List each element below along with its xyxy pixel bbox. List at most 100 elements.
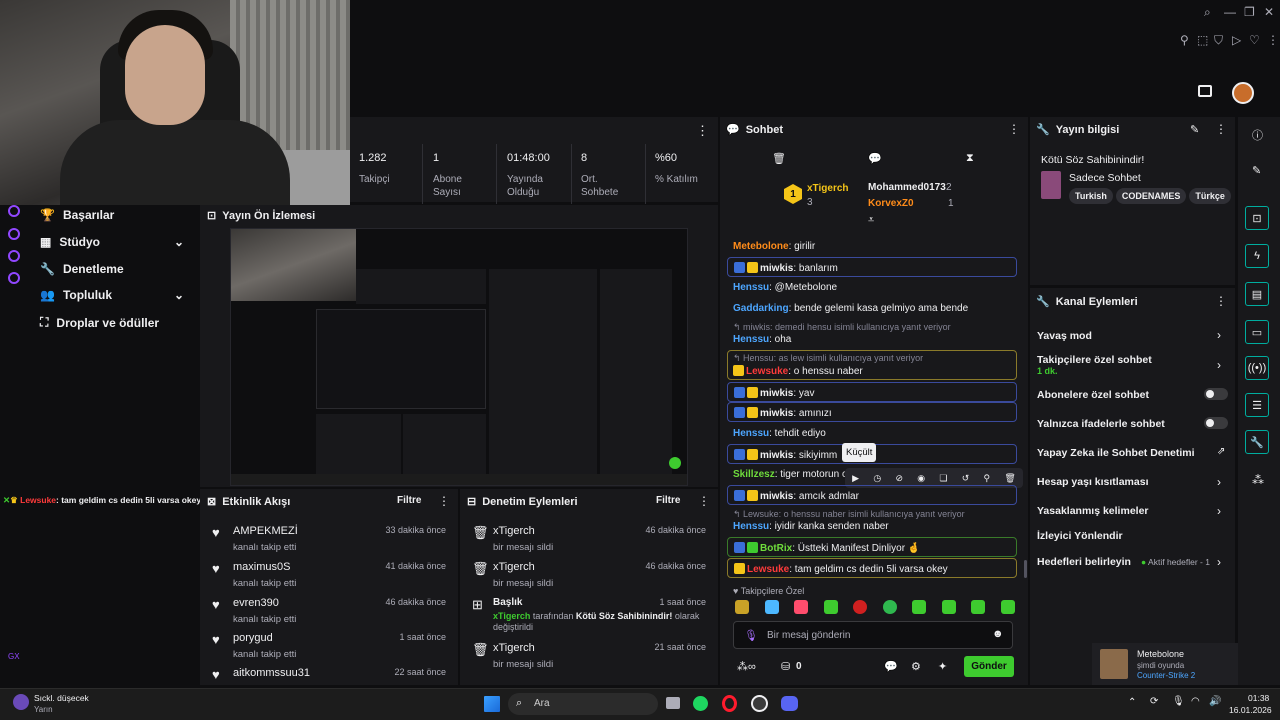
channel-actions-menu-icon[interactable]: ⋮ [1215, 294, 1227, 308]
chat-message[interactable]: miwkis: banlarım [727, 257, 1017, 277]
edit-icon[interactable]: ✎ [1190, 123, 1199, 136]
rail-camera-button[interactable]: ⊡ [1245, 206, 1269, 230]
category-thumbnail[interactable] [1041, 171, 1061, 199]
rail-notes-button[interactable]: ▤ [1245, 282, 1269, 306]
moderation-filter-button[interactable]: Filtre [656, 495, 680, 506]
weather-icon[interactable] [13, 694, 29, 710]
taskbar-search[interactable]: ⌕ Ara [508, 693, 658, 715]
timeout-icon[interactable]: ◷ [873, 473, 881, 484]
pin-icon[interactable]: ⚲ [984, 473, 991, 484]
emote[interactable] [912, 600, 927, 614]
tag[interactable]: Turkish [1069, 188, 1113, 204]
chevron-right-icon[interactable]: › [1217, 358, 1221, 372]
action-host[interactable]: İzleyici Yönlendir [1037, 530, 1123, 542]
chevron-up-icon[interactable]: ⌃ [1128, 697, 1136, 708]
crop-icon[interactable]: ⬚ [1197, 33, 1208, 47]
chat-message[interactable]: Lewsuke: tam geldim cs dedin 5li varsa o… [727, 558, 1017, 578]
delete-icon[interactable]: 🗑 [1004, 473, 1015, 484]
collapse-icon[interactable]: ⩡ [868, 214, 874, 227]
emote[interactable] [853, 600, 868, 614]
hourglass-icon[interactable]: ⧗ [966, 152, 974, 165]
emote[interactable] [794, 600, 809, 614]
tag[interactable]: Türkçe [1189, 188, 1231, 204]
rail-music-icon[interactable] [8, 250, 20, 262]
chat-scrollbar[interactable] [1024, 560, 1027, 578]
nav-community[interactable]: 👥 Topluluk ⌄ [40, 288, 184, 302]
chat-message[interactable]: Henssu: tehdit ediyo [733, 428, 826, 439]
emote[interactable] [941, 600, 956, 614]
camera-icon[interactable] [1198, 85, 1212, 97]
emote[interactable] [764, 600, 779, 614]
search-icon[interactable]: ⌕ [1204, 5, 1211, 20]
subs-only-toggle[interactable] [1204, 388, 1228, 400]
chat-message[interactable]: Metebolone: girilir [733, 241, 815, 252]
chevron-right-icon[interactable]: › [1217, 504, 1221, 518]
rail-chat-button[interactable]: ▭ [1245, 320, 1269, 344]
activity-filter-button[interactable]: Filtre [397, 495, 421, 506]
chat-message[interactable]: Gaddarking: bende gelemi kasa gelmiyo am… [733, 303, 968, 314]
gear-icon[interactable]: ⚙ [911, 660, 921, 673]
action-followers-only[interactable]: Takipçilere özel sohbet [1037, 354, 1152, 366]
rail-broadcast-button[interactable]: ((•)) [1245, 356, 1269, 380]
play-icon[interactable]: ▷ [1232, 33, 1241, 47]
trash-icon[interactable]: 🗑 [772, 152, 786, 165]
pin-icon[interactable]: ⚲ [1180, 33, 1189, 47]
minimize-icon[interactable]: — [1224, 5, 1236, 19]
action-banned-words[interactable]: Yasaklanmış kelimeler [1037, 505, 1149, 517]
rail-clock-icon[interactable] [8, 228, 20, 240]
chevron-right-icon[interactable]: › [1217, 328, 1221, 342]
chat-message[interactable]: miwkis: amınızı [727, 402, 1017, 422]
emoji-icon[interactable]: ☻ [992, 628, 1004, 640]
chat-bubble-icon[interactable]: 💬 [868, 152, 882, 165]
spotify-icon[interactable] [693, 696, 708, 711]
clock-time[interactable]: 01:38 [1248, 693, 1269, 703]
stream-info-menu-icon[interactable]: ⋮ [1215, 122, 1227, 136]
action-slow-mode[interactable]: Yavaş mod [1037, 330, 1092, 342]
nav-moderation[interactable]: 🔧 Denetleme [40, 262, 124, 276]
play-icon[interactable]: ▶ [852, 473, 859, 484]
stream-preview-video[interactable] [230, 228, 688, 486]
pencil-icon[interactable]: ✎ [1252, 164, 1261, 177]
close-icon[interactable]: ✕ [1264, 5, 1274, 19]
stream-category[interactable]: Sadece Sohbet [1069, 172, 1141, 184]
rail-wrench-button[interactable]: 🔧 [1245, 430, 1269, 454]
chevron-right-icon[interactable]: › [1217, 475, 1221, 489]
chat-menu-icon[interactable]: ⋮ [1008, 122, 1020, 136]
chat-input[interactable]: 🎙 Bir mesaj gönderin ☻ [733, 621, 1013, 649]
rail-bolt-button[interactable]: ϟ [1245, 244, 1269, 268]
sync-icon[interactable]: ⟳ [1150, 696, 1158, 707]
undo-icon[interactable]: ↺ [962, 473, 970, 484]
wifi-icon[interactable]: ◠ [1191, 696, 1200, 707]
stats-menu-icon[interactable]: ⋮ [696, 123, 709, 139]
rail-settings-icon[interactable] [8, 272, 20, 284]
shield-icon[interactable]: ⛉ [1214, 33, 1223, 48]
rail-circle-icon[interactable] [8, 205, 20, 217]
clock-date[interactable]: 16.01.2026 [1229, 705, 1272, 715]
emote-only-toggle[interactable] [1204, 417, 1228, 429]
nav-studio[interactable]: ▦ Stüdyo ⌄ [40, 235, 184, 249]
discord-icon[interactable] [781, 696, 798, 711]
chat-message[interactable]: BotRix: Üstteki Manifest Dinliyor 🤞 [727, 537, 1017, 557]
mic-icon[interactable]: 🎙 [1172, 696, 1185, 707]
action-account-age[interactable]: Hesap yaşı kısıtlaması [1037, 476, 1149, 488]
emote[interactable] [882, 600, 897, 614]
action-goals[interactable]: Hedefleri belirleyin [1037, 556, 1131, 568]
gift-icon[interactable]: ✦ [938, 660, 947, 673]
apps-icon[interactable]: ⁂ [1252, 473, 1264, 487]
emote[interactable] [971, 600, 986, 614]
ban-icon[interactable]: ⊘ [895, 473, 903, 484]
external-link-icon[interactable]: ⇗ [1217, 446, 1225, 457]
chat-message[interactable]: Henssu: oha [733, 334, 791, 345]
activity-menu-icon[interactable]: ⋮ [438, 494, 450, 508]
more-icon[interactable]: ⋮ [1267, 33, 1279, 47]
nav-achievements[interactable]: 🏆 Başarılar [40, 208, 114, 222]
tag[interactable]: CODENAMES [1115, 188, 1187, 204]
notification-toast[interactable]: Metebolone şimdi oyunda Counter-Strike 2 [1092, 643, 1238, 685]
restore-icon[interactable]: ❐ [1244, 5, 1255, 19]
chat-message[interactable]: Henssu: @Metebolone [733, 282, 837, 293]
chat-message[interactable]: miwkis: yav [727, 382, 1017, 402]
chat-message[interactable]: Henssu: iyidir kanka senden naber [733, 521, 889, 532]
chat-bubble-icon[interactable]: 💬 [884, 660, 898, 673]
chat-message[interactable]: miwkis: amcık admlar [727, 485, 1017, 505]
app-icon[interactable] [751, 695, 768, 712]
